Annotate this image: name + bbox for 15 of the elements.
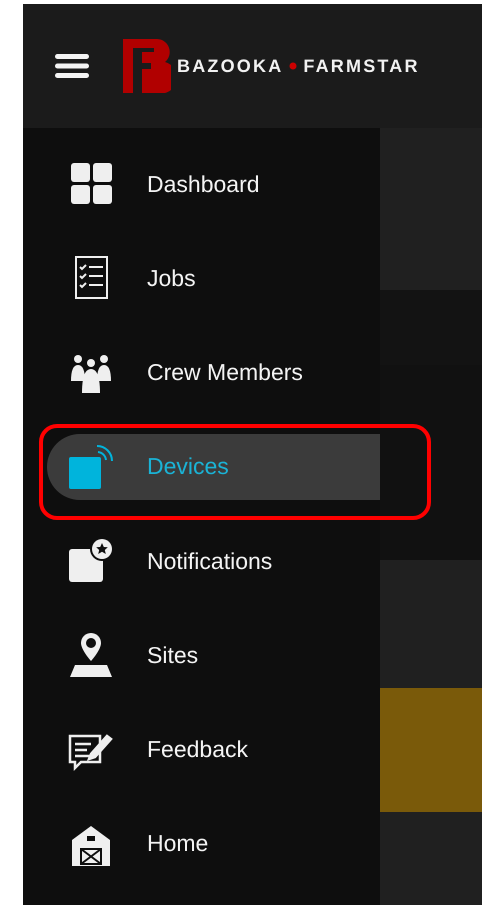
sidebar-item[interactable]: Sites <box>47 622 380 688</box>
sidebar-item[interactable]: Crew Members <box>47 340 380 406</box>
sidebar-item[interactable]: Dashboard <box>47 151 380 218</box>
dot-icon <box>289 62 298 70</box>
sidebar-item[interactable]: Devices <box>47 434 380 500</box>
sidebar-item[interactable]: Jobs <box>47 245 380 312</box>
brand-name: BAZOOKA <box>177 56 284 76</box>
menu-icon[interactable] <box>55 53 89 79</box>
sidebar-item[interactable]: Home <box>47 810 380 877</box>
sidebar-item[interactable]: Feedback <box>47 716 380 783</box>
sidebar-item[interactable]: Notifications <box>47 528 380 594</box>
brand-name: FARMSTAR <box>303 56 420 76</box>
logo-icon <box>123 39 171 93</box>
map-pin-icon <box>67 631 115 680</box>
device-signal-icon <box>67 442 115 491</box>
